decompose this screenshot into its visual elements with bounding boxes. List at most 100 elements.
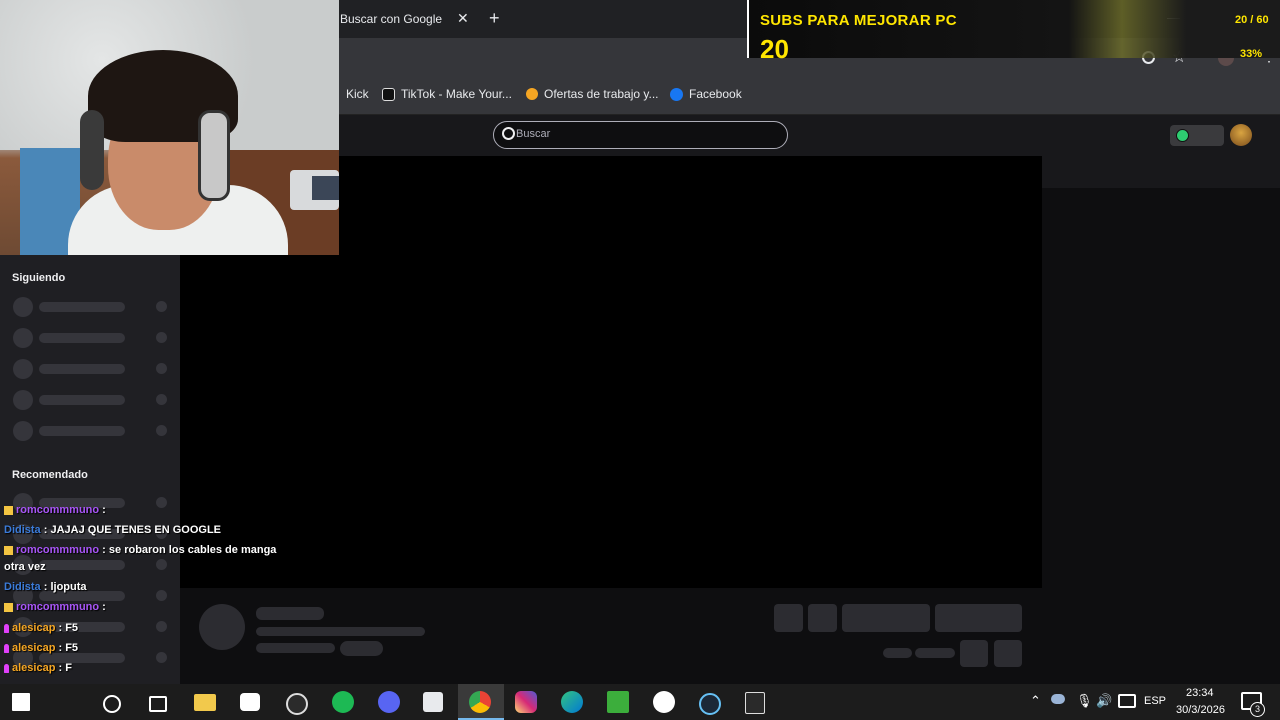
- clock-date[interactable]: 30/3/2026: [1176, 704, 1225, 716]
- chat-message: romcommmuno :: [4, 504, 106, 516]
- avatar[interactable]: [1230, 124, 1252, 146]
- live-indicator-skeleton: [156, 394, 167, 405]
- channel-avatar-skeleton: [13, 390, 33, 410]
- subs-goal-title: SUBS PARA MEJORAR PC: [760, 12, 957, 29]
- chat-username[interactable]: romcommmuno: [16, 601, 99, 613]
- chat-username[interactable]: Didista: [4, 581, 41, 593]
- bookmark-label: Ofertas de trabajo y...: [544, 87, 659, 101]
- chat-text: : ljoputa: [40, 581, 87, 593]
- share-skeleton: [960, 640, 988, 667]
- search-icon[interactable]: [103, 695, 121, 713]
- title-skeleton: [256, 607, 324, 620]
- discord-icon[interactable]: [378, 691, 400, 713]
- volume-icon[interactable]: 🔊: [1096, 693, 1112, 709]
- action-skeleton: [842, 604, 930, 632]
- search-icon: [502, 127, 515, 140]
- channel-name-skeleton: [39, 560, 125, 570]
- speaker: [312, 176, 339, 200]
- bookmark-tiktok[interactable]: TikTok - Make Your...: [382, 87, 512, 101]
- uptime-skeleton: [915, 648, 955, 658]
- bookmark-label: Facebook: [689, 87, 742, 101]
- facebook-icon: [670, 87, 683, 101]
- chat-text: otra vez: [4, 561, 46, 573]
- onedrive-icon[interactable]: [1051, 694, 1065, 704]
- chat-username[interactable]: romcommmuno: [16, 544, 99, 556]
- instagram-icon[interactable]: [515, 691, 537, 713]
- mic-badge-icon: [4, 663, 9, 673]
- action-skeleton: [935, 604, 1022, 632]
- language-indicator[interactable]: ESP: [1144, 695, 1166, 707]
- category-skeleton: [256, 643, 335, 653]
- chat-text: :: [99, 601, 106, 613]
- edge-icon[interactable]: [561, 691, 583, 713]
- clock-time[interactable]: 23:34: [1186, 687, 1214, 699]
- tray-chevron-icon[interactable]: ⌃: [1030, 693, 1041, 709]
- chat-message: alesicap : F: [4, 662, 72, 674]
- chat-message: otra vez: [4, 561, 46, 573]
- viewer-skeleton: [883, 648, 912, 658]
- microphone-icon[interactable]: 🎙: [1076, 693, 1093, 709]
- live-indicator-skeleton: [156, 621, 167, 632]
- store-icon[interactable]: [423, 692, 443, 712]
- live-indicator-skeleton: [156, 363, 167, 374]
- subs-goal-target: 20 / 60: [1235, 14, 1269, 26]
- capcut-icon[interactable]: [240, 693, 260, 711]
- live-indicator-skeleton: [156, 590, 167, 601]
- bookmark-jobs[interactable]: Ofertas de trabajo y...: [526, 87, 659, 101]
- channel-name-skeleton: [39, 395, 125, 405]
- mic-badge-icon: [4, 623, 9, 633]
- whatsapp-icon[interactable]: [653, 691, 675, 713]
- subs-goal-overlay: [747, 0, 1280, 58]
- chrome-icon[interactable]: [469, 691, 491, 713]
- channel-name-skeleton: [39, 364, 125, 374]
- bookmark-kick[interactable]: Kick: [346, 87, 369, 101]
- chat-text: : JAJAJ QUE TENES EN GOOGLE: [40, 524, 222, 536]
- live-indicator-skeleton: [156, 425, 167, 436]
- chat-text: : F: [55, 662, 72, 674]
- file-explorer-icon[interactable]: [194, 693, 216, 711]
- bookmark-label: TikTok - Make Your...: [401, 87, 512, 101]
- live-indicator-skeleton: [156, 497, 167, 508]
- minecraft-icon[interactable]: [607, 691, 629, 713]
- live-indicator-skeleton: [156, 301, 167, 312]
- tab-title[interactable]: Buscar con Google: [340, 12, 442, 26]
- sub-badge-icon: [4, 505, 13, 515]
- network-icon[interactable]: [1118, 694, 1136, 708]
- chat-username[interactable]: romcommmuno: [16, 504, 99, 516]
- task-view-icon[interactable]: [149, 696, 167, 712]
- epic-games-icon[interactable]: [745, 692, 765, 714]
- chat-header-placeholder: [1042, 156, 1280, 188]
- chat-username[interactable]: Didista: [4, 524, 41, 536]
- channel-avatar-skeleton: [199, 604, 245, 650]
- mic-badge-icon: [4, 643, 9, 653]
- obs-icon[interactable]: [286, 693, 308, 715]
- bookmark-facebook[interactable]: Facebook: [670, 87, 742, 101]
- chat-message: romcommmuno : se robaron los cables de m…: [4, 544, 276, 556]
- jobs-site-icon: [526, 88, 538, 100]
- action-skeleton: [808, 604, 837, 632]
- subs-goal-count: 20: [760, 34, 789, 64]
- channel-avatar-skeleton: [13, 297, 33, 317]
- chat-username[interactable]: alesicap: [12, 662, 55, 674]
- channel-name-skeleton: [39, 333, 125, 343]
- action-skeleton: [774, 604, 803, 632]
- new-tab-button[interactable]: +: [489, 8, 500, 29]
- channel-avatar-skeleton: [13, 421, 33, 441]
- search-placeholder: Buscar: [516, 128, 551, 140]
- tab-close-icon[interactable]: ✕: [457, 10, 469, 27]
- windows-start-icon[interactable]: [12, 693, 30, 711]
- subs-goal-percent: 33%: [1240, 48, 1263, 60]
- spotify-icon[interactable]: [332, 691, 354, 713]
- chat-username[interactable]: alesicap: [12, 642, 55, 654]
- more-skeleton: [994, 640, 1022, 667]
- steam-icon[interactable]: [699, 693, 721, 715]
- sidebar-recommended-heading: Recomendado: [12, 469, 88, 481]
- tag-skeleton: [340, 641, 383, 656]
- sub-badge-icon: [4, 545, 13, 555]
- headphone-right: [198, 110, 230, 201]
- tiktok-icon: [382, 87, 395, 101]
- chat-username[interactable]: alesicap: [12, 622, 55, 634]
- channel-avatar-skeleton: [13, 359, 33, 379]
- chat-text: : se robaron los cables de manga: [99, 544, 277, 556]
- headphone-left: [80, 110, 104, 190]
